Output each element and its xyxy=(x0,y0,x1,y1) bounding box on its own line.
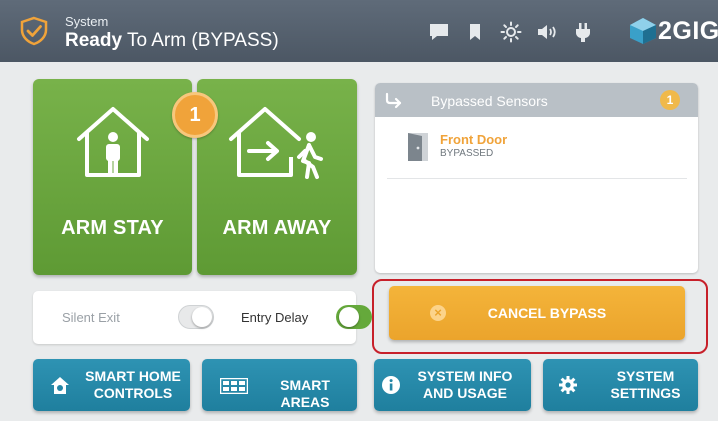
smart-areas-label: SMART AREAS xyxy=(280,377,330,410)
arm-away-label: ARM AWAY xyxy=(222,217,332,239)
gear-icon xyxy=(559,376,577,394)
chat-icon[interactable] xyxy=(428,21,450,43)
door-icon xyxy=(408,133,428,161)
system-status: Ready To Arm (BYPASS) xyxy=(65,30,279,52)
header-icons xyxy=(428,20,608,44)
sensor-count-badge: 1 xyxy=(660,90,680,110)
system-settings-button[interactable]: SYSTEM SETTINGS xyxy=(543,359,698,411)
home-gear-icon xyxy=(51,377,69,394)
arm-stay-button[interactable]: ARM STAY xyxy=(33,79,192,275)
status-header: System Ready To Arm (BYPASS) 2GIG xyxy=(0,0,718,62)
info-icon xyxy=(382,376,400,394)
shield-check-icon xyxy=(20,16,48,46)
system-settings-label: SYSTEM SETTINGS xyxy=(610,368,681,401)
panel-title: Bypassed Sensors xyxy=(431,93,548,109)
bookmark-icon[interactable] xyxy=(464,21,486,43)
toggle-knob xyxy=(192,307,212,327)
header-subtitle: System xyxy=(65,14,109,29)
panel-header: Bypassed Sensors 1 xyxy=(375,83,698,117)
silent-exit-label: Silent Exit xyxy=(62,310,120,325)
brand-logo-icon xyxy=(630,18,656,44)
bypass-count-badge: 1 xyxy=(172,92,218,138)
smart-home-label: SMART HOME CONTROLS xyxy=(85,368,181,401)
home-person-icon xyxy=(77,107,149,177)
status-detail: To Arm (BYPASS) xyxy=(122,30,279,51)
sensor-list-item[interactable]: Front Door BYPASSED xyxy=(387,117,687,179)
volume-icon[interactable] xyxy=(536,21,558,43)
system-info-label: SYSTEM INFO AND USAGE xyxy=(417,368,513,401)
entry-delay-toggle[interactable] xyxy=(336,305,372,329)
smart-areas-button[interactable]: SMART AREAS xyxy=(202,359,357,411)
cancel-bypass-label: CANCEL BYPASS xyxy=(487,305,607,321)
brightness-icon[interactable] xyxy=(500,21,522,43)
status-ready: Ready xyxy=(65,30,123,51)
brand-name: 2GIG xyxy=(658,17,718,45)
toggle-knob xyxy=(339,307,359,327)
sensor-name: Front Door xyxy=(440,132,508,147)
sensor-status: BYPASSED xyxy=(440,148,494,159)
home-exit-icon xyxy=(229,107,323,179)
arm-options: Silent Exit Entry Delay xyxy=(33,291,372,344)
arm-away-button[interactable]: ARM AWAY xyxy=(197,79,357,275)
bypass-arrow-icon xyxy=(385,92,402,109)
areas-grid-icon xyxy=(220,378,248,394)
smart-home-controls-button[interactable]: SMART HOME CONTROLS xyxy=(33,359,190,411)
cancel-bypass-button[interactable]: × CANCEL BYPASS xyxy=(389,286,685,340)
entry-delay-label: Entry Delay xyxy=(241,310,309,325)
silent-exit-toggle[interactable] xyxy=(178,305,214,329)
power-plug-icon[interactable] xyxy=(572,21,594,43)
bypassed-sensors-panel: Bypassed Sensors 1 Front Door BYPASSED xyxy=(375,83,698,273)
system-info-button[interactable]: SYSTEM INFO AND USAGE xyxy=(374,359,531,411)
arm-stay-label: ARM STAY xyxy=(61,217,164,239)
